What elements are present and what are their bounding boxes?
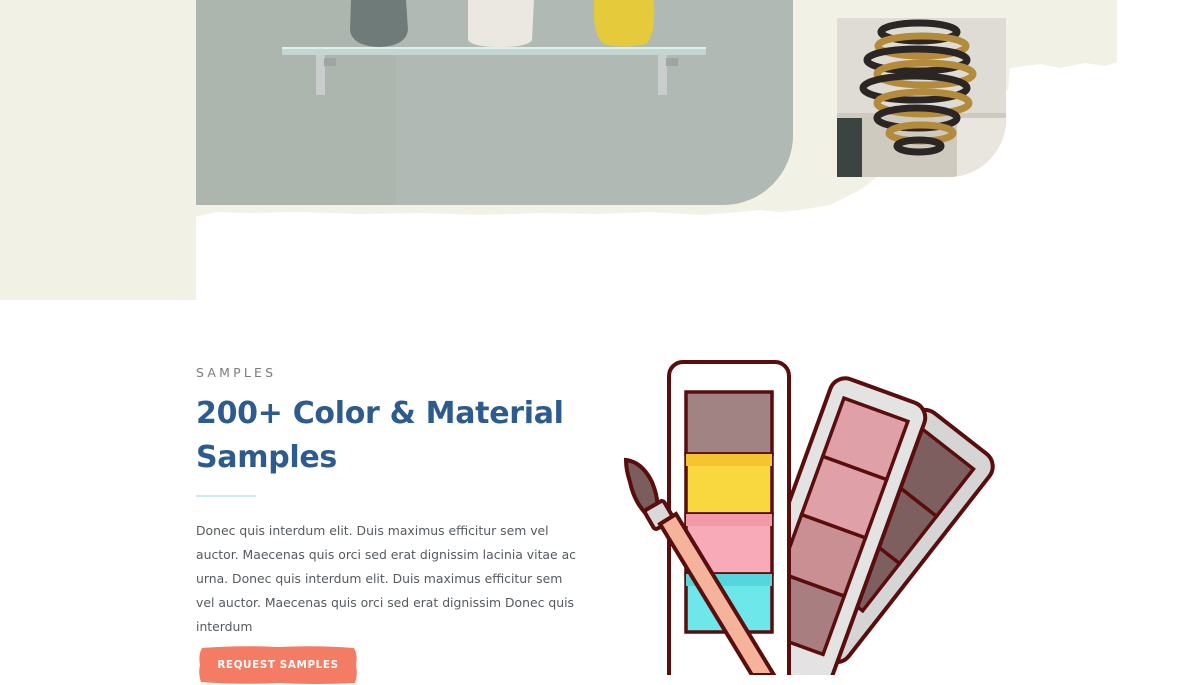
hero-shelf-photo — [196, 0, 793, 205]
chandelier-photo — [837, 18, 1006, 177]
section-eyebrow: SAMPLES — [196, 365, 277, 380]
section-heading: 200+ Color & Material Samples — [196, 396, 564, 475]
heading-divider — [196, 495, 256, 497]
request-samples-label: REQUEST SAMPLES — [217, 659, 339, 671]
section-body-text: Donec quis interdum elit. Duis maximus e… — [196, 523, 576, 634]
request-samples-button[interactable]: REQUEST SAMPLES — [198, 645, 358, 685]
color-swatch-fan-icon — [623, 360, 995, 675]
